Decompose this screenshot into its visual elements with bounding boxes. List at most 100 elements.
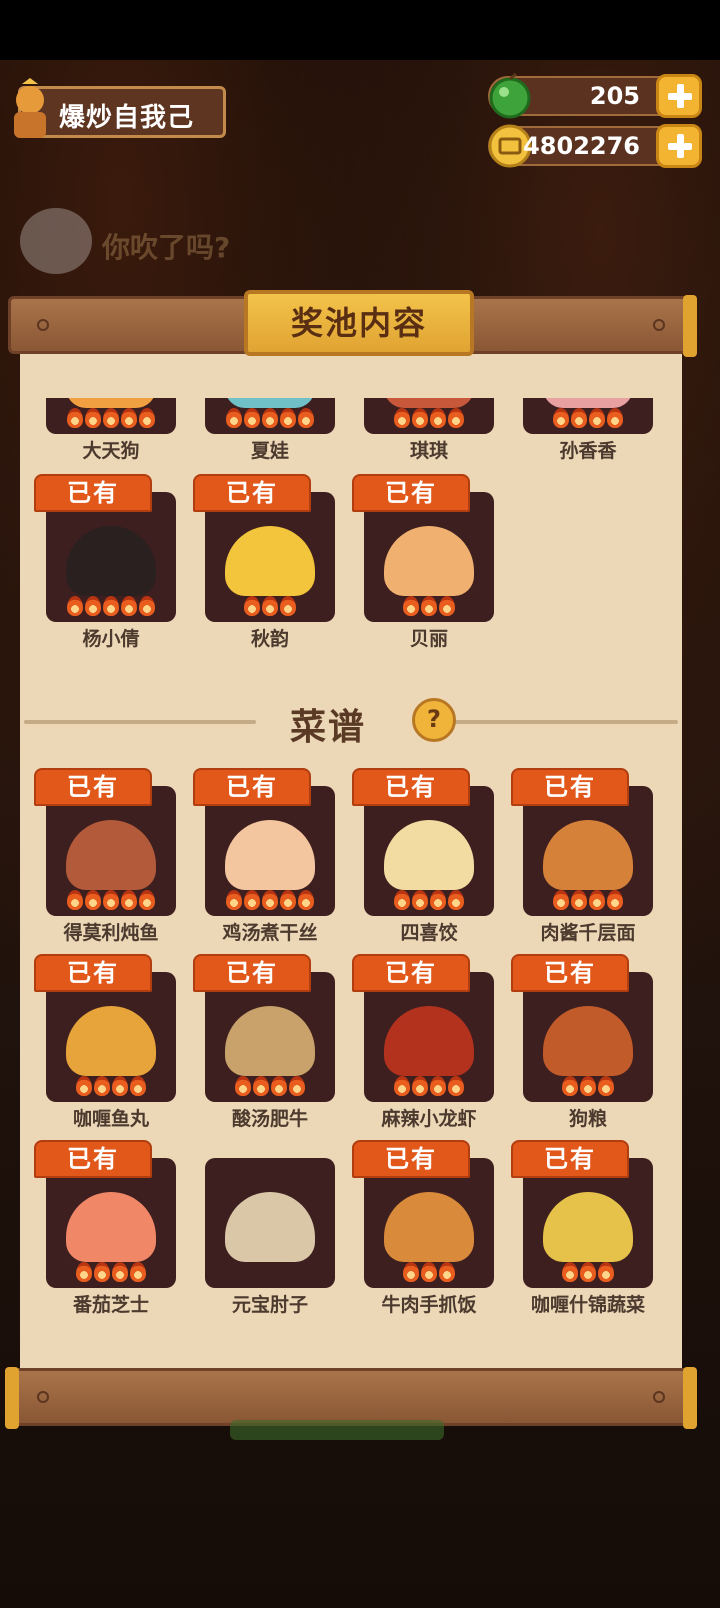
prize-art — [384, 398, 474, 408]
prize-art — [543, 820, 633, 890]
owned-badge-label: 已有 — [544, 959, 596, 987]
prize-name: 大天狗 — [82, 440, 140, 462]
rarity-flames — [205, 596, 335, 616]
plank-cap — [683, 295, 697, 357]
flame-icon — [85, 596, 101, 616]
chat-hint-text: 你吹了吗? — [102, 231, 231, 264]
prize-card[interactable]: 已有 番茄芝士 — [34, 1140, 176, 1316]
prize-art — [225, 1192, 315, 1262]
divider-line — [24, 720, 256, 724]
rarity-flames — [205, 890, 335, 910]
owned-badge-label: 已有 — [385, 1145, 437, 1173]
prize-card[interactable]: 大天狗 — [34, 398, 176, 462]
rarity-flames — [364, 408, 494, 428]
rarity-flames — [523, 408, 653, 428]
prize-name: 狗粮 — [568, 1108, 607, 1130]
player-name: 爆炒自我己 — [59, 103, 195, 133]
rarity-flames — [364, 1262, 494, 1282]
player-avatar-icon[interactable] — [4, 78, 56, 142]
prize-art — [66, 1006, 156, 1076]
prize-name: 得莫利炖鱼 — [63, 922, 159, 944]
flame-icon — [607, 890, 623, 910]
add-coins-button[interactable] — [656, 124, 702, 168]
flame-icon — [562, 1076, 578, 1096]
prize-card[interactable]: 孙香香 — [511, 398, 653, 462]
panel-title: 奖池内容 — [290, 304, 427, 342]
flame-icon — [598, 1076, 614, 1096]
owned-badge: 已有 — [511, 1140, 629, 1178]
prize-art — [225, 820, 315, 890]
flame-icon — [412, 890, 428, 910]
flame-icon — [262, 890, 278, 910]
prize-card[interactable]: 琪琪 — [352, 398, 494, 462]
nail-icon — [37, 319, 49, 331]
owned-badge-label: 已有 — [67, 1145, 119, 1173]
prize-card[interactable]: 已有 杨小倩 — [34, 474, 176, 650]
add-gems-button[interactable] — [656, 74, 702, 118]
flame-icon — [448, 408, 464, 428]
flame-icon — [430, 408, 446, 428]
owned-badge: 已有 — [352, 474, 470, 512]
rarity-flames — [46, 890, 176, 910]
prize-card[interactable]: 元宝肘子 — [193, 1140, 335, 1316]
owned-badge-label: 已有 — [226, 773, 278, 801]
prize-art — [384, 820, 474, 890]
prize-name: 贝丽 — [409, 628, 448, 650]
flame-icon — [76, 1076, 92, 1096]
divider-line — [450, 720, 678, 724]
prize-art — [66, 526, 156, 596]
prize-art — [225, 1006, 315, 1076]
prize-name: 鸡汤煮干丝 — [222, 922, 318, 944]
prize-card[interactable]: 已有 麻辣小龙虾 — [352, 954, 494, 1130]
prize-art — [225, 398, 315, 408]
recipe-section-title: 菜谱 — [290, 707, 367, 748]
flame-icon — [589, 408, 605, 428]
prize-card[interactable]: 已有 牛肉手抓饭 — [352, 1140, 494, 1316]
flame-icon — [85, 408, 101, 428]
flame-icon — [67, 596, 83, 616]
flame-icon — [580, 1262, 596, 1282]
rarity-flames — [46, 408, 176, 428]
prize-card[interactable]: 已有 秋韵 — [193, 474, 335, 650]
owned-badge-label: 已有 — [67, 959, 119, 987]
prize-tile — [205, 398, 335, 434]
prize-card[interactable]: 已有 咖喱鱼丸 — [34, 954, 176, 1130]
owned-badge-label: 已有 — [385, 959, 437, 987]
plank-cap — [683, 1367, 697, 1429]
prize-art — [384, 526, 474, 596]
chat-mascot-icon — [20, 208, 92, 274]
prize-name: 秋韵 — [250, 628, 289, 650]
prize-card[interactable]: 已有鸡汤煮干丝 — [193, 768, 335, 944]
prize-list-scroll[interactable]: 大天狗 夏娃 琪琪 孙香香 已有 杨小倩 已有 秋韵 已有 贝丽 菜谱? 已有 得莫利炖鱼 已有 鸡汤煮干丝… — [20, 398, 682, 1330]
recipe-section-header: 菜谱? — [20, 694, 682, 750]
owned-badge-label: 已有 — [544, 773, 596, 801]
prize-card[interactable]: 已有 四喜饺 — [352, 768, 494, 944]
nail-icon — [37, 1391, 49, 1403]
prize-card[interactable]: 夏娃 — [193, 398, 335, 462]
rarity-flames — [364, 1076, 494, 1096]
prize-art — [66, 398, 156, 408]
flame-icon — [448, 1076, 464, 1096]
prize-art — [225, 526, 315, 596]
flame-icon — [394, 408, 410, 428]
prize-card[interactable]: 已有 得莫利炖鱼 — [34, 768, 176, 944]
prize-card[interactable]: 已有贝丽 — [352, 474, 494, 650]
flame-icon — [607, 408, 623, 428]
flame-icon — [121, 596, 137, 616]
rarity-flames — [523, 1076, 653, 1096]
flame-icon — [298, 408, 314, 428]
prize-card[interactable]: 已有 酸汤肥牛 — [193, 954, 335, 1130]
prize-tile — [523, 398, 653, 434]
owned-badge: 已有 — [193, 954, 311, 992]
prize-card[interactable]: 已有狗粮 — [511, 954, 653, 1130]
prize-art — [543, 1006, 633, 1076]
prize-card[interactable]: 已有 肉酱千层面 — [511, 768, 653, 944]
rarity-flames — [46, 596, 176, 616]
help-icon[interactable]: ? — [412, 698, 456, 742]
prize-card[interactable]: 已有 咖喱什锦蔬菜 — [511, 1140, 653, 1316]
flame-icon — [85, 890, 101, 910]
flame-icon — [112, 1076, 128, 1096]
owned-badge-label: 已有 — [67, 479, 119, 507]
prize-art — [66, 1192, 156, 1262]
flame-icon — [130, 1076, 146, 1096]
